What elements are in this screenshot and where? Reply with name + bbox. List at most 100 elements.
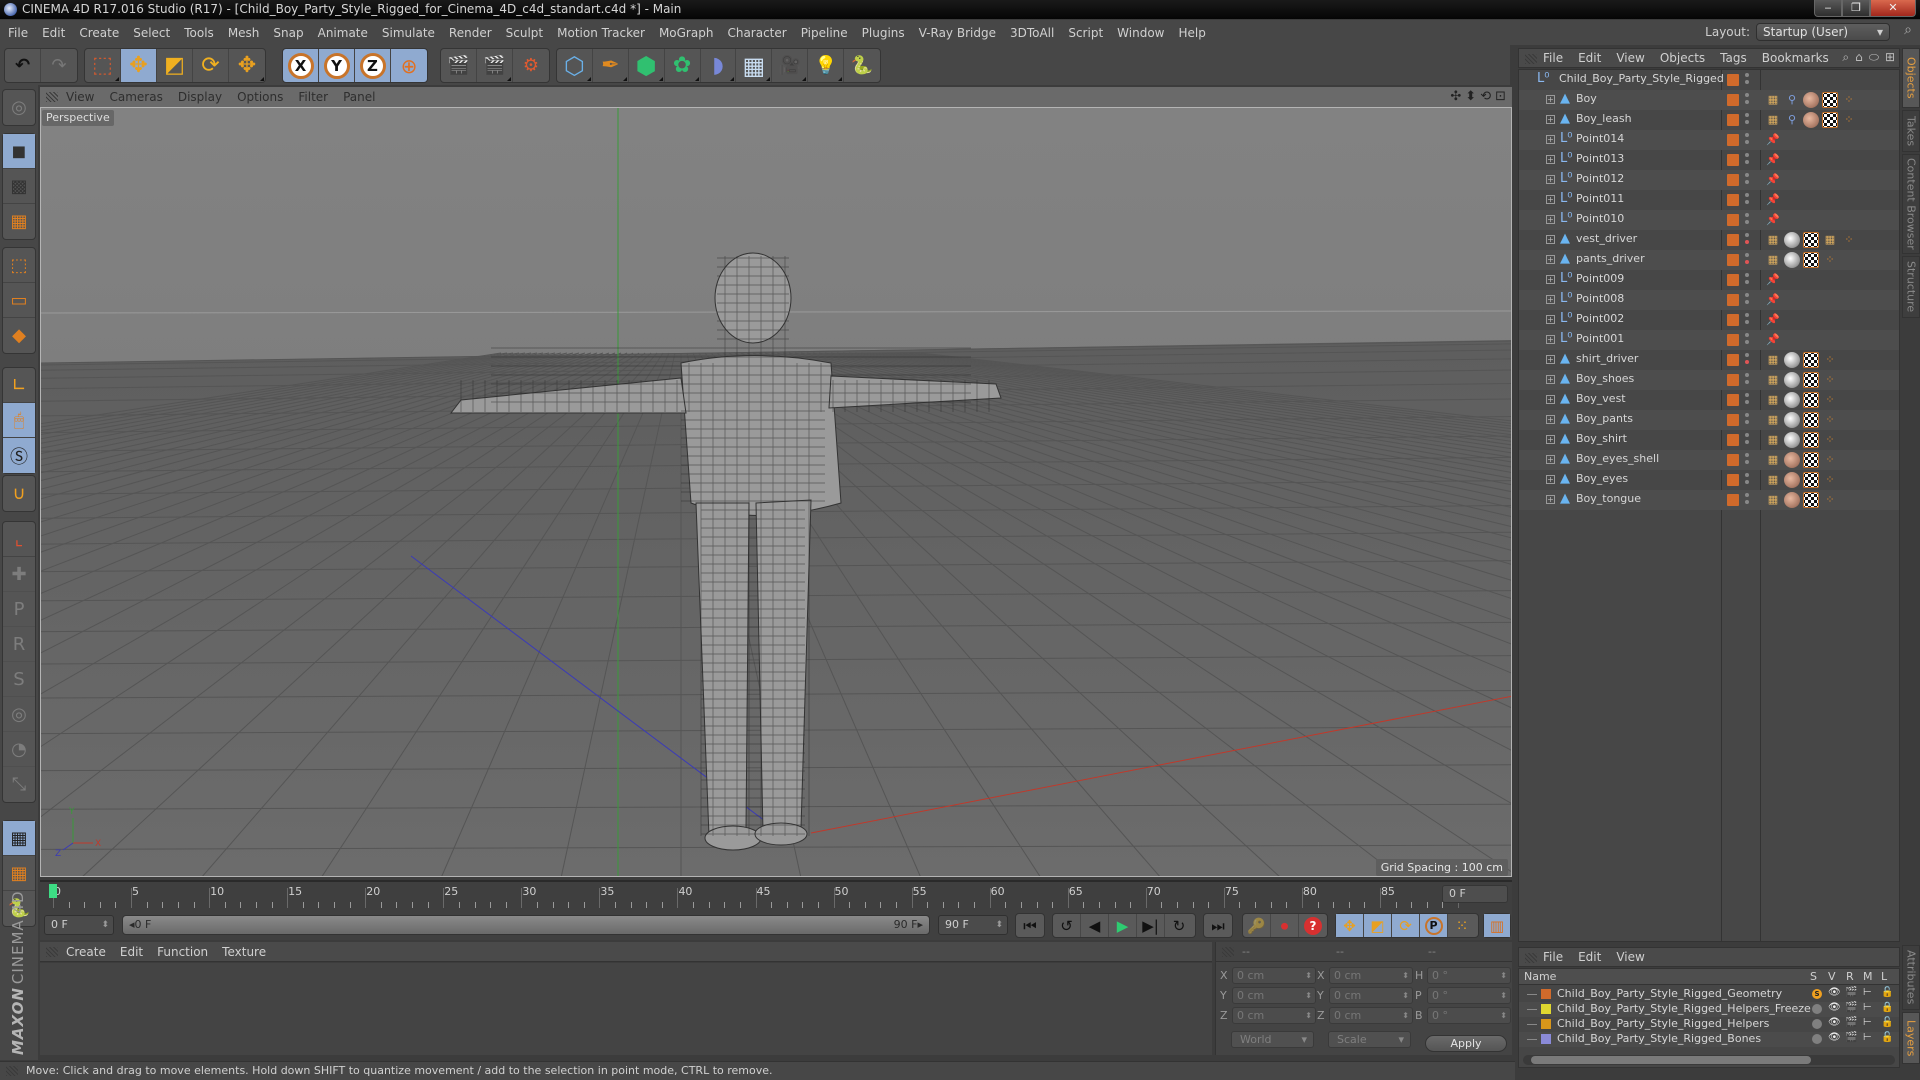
manager-tree-icon[interactable]: ⊢ [1863, 1032, 1872, 1043]
pose-target-button[interactable]: ◎ [3, 697, 35, 732]
material-menu-edit[interactable]: Edit [120, 945, 143, 959]
checker-tag-icon[interactable] [1822, 112, 1838, 128]
pin-tag-icon[interactable]: 📌 [1765, 192, 1781, 208]
lm-menu-file[interactable]: File [1543, 950, 1563, 964]
menu-file[interactable]: File [8, 26, 28, 40]
menu-render[interactable]: Render [449, 26, 492, 40]
expand-toggle-icon[interactable]: + [1546, 235, 1555, 244]
pose-r-button[interactable]: R [3, 627, 35, 662]
material-manager-area[interactable] [40, 963, 1212, 1055]
menu-script[interactable]: Script [1068, 26, 1103, 40]
layer-name[interactable]: Child_Boy_Party_Style_Rigged_Bones [1557, 1032, 1761, 1045]
layer-color-swatch[interactable] [1727, 174, 1739, 186]
weight-tag-icon[interactable]: ▦ [1765, 492, 1781, 508]
column-solo[interactable]: S [1810, 970, 1817, 983]
layer-row[interactable]: Child_Boy_Party_Style_Rigged_Bones 👁 🎬 ⊢ 🔓 [1519, 1032, 1899, 1047]
object-row[interactable]: + L⁰ Point008 📌 [1519, 290, 1899, 310]
object-name[interactable]: vest_driver [1576, 232, 1637, 245]
object-row[interactable]: + L⁰ Point009 📌 [1519, 270, 1899, 290]
points-mode-button[interactable]: ⬚ [3, 248, 35, 283]
layer-color-swatch[interactable] [1727, 214, 1739, 226]
object-row[interactable]: + L⁰ Point002 📌 [1519, 310, 1899, 330]
layer-color-swatch[interactable] [1727, 134, 1739, 146]
object-row[interactable]: + ▲ shirt_driver ▦ ⁘ [1519, 350, 1899, 370]
weight-tag-icon[interactable]: ▦ [1765, 112, 1781, 128]
object-mode-button[interactable]: ◼ [3, 134, 35, 169]
key-scale-button[interactable]: ◩ [1364, 914, 1392, 937]
y-axis-lock-button[interactable]: Y [319, 49, 355, 82]
tab-objects[interactable]: Objects [1902, 48, 1920, 108]
visibility-toggle[interactable] [1745, 253, 1749, 267]
coordinate-mode-dropdown[interactable]: World [1231, 1031, 1314, 1048]
mat-grey-tag-icon[interactable] [1784, 352, 1800, 368]
spinner-icon[interactable]: ⬍ [995, 916, 1003, 934]
menu-create[interactable]: Create [79, 26, 119, 40]
key-rotation-button[interactable]: ⟳ [1392, 914, 1420, 937]
menu-sculpt[interactable]: Sculpt [506, 26, 543, 40]
layer-name[interactable]: Child_Boy_Party_Style_Rigged_Geometry [1557, 987, 1782, 1000]
pen-tool-button[interactable]: ✒ [593, 49, 629, 82]
snap-button[interactable]: ∪ [3, 476, 35, 511]
next-key-button[interactable]: ↻ [1165, 914, 1193, 937]
tab-structure[interactable]: Structure [1902, 256, 1920, 318]
checker-tag-icon[interactable] [1803, 472, 1819, 488]
visibility-toggle[interactable] [1745, 153, 1749, 167]
tab-layers[interactable]: Layers [1902, 1012, 1920, 1064]
position-z-field[interactable]: 0 cm ⬍ [1232, 1007, 1316, 1024]
size-mode-dropdown[interactable]: Scale [1328, 1031, 1411, 1048]
visibility-toggle[interactable] [1745, 93, 1749, 107]
visibility-toggle[interactable] [1745, 373, 1749, 387]
column-visible[interactable]: V [1828, 970, 1836, 983]
object-name[interactable]: Boy_leash [1576, 112, 1632, 125]
planar-workplane-button[interactable]: ▦ [3, 856, 35, 891]
weight-tag-icon[interactable]: ▦ [1765, 232, 1781, 248]
visibility-toggle[interactable] [1745, 213, 1749, 227]
render-to-picture-viewer-button[interactable]: 🎬 [477, 49, 513, 82]
object-name[interactable]: shirt_driver [1576, 352, 1638, 365]
layer-color-swatch[interactable] [1727, 434, 1739, 446]
object-name[interactable]: Boy [1576, 92, 1597, 105]
mat-grey-tag-icon[interactable] [1784, 232, 1800, 248]
spinner-icon[interactable]: ⬍ [101, 916, 109, 934]
solo-toggle[interactable]: S [1812, 989, 1822, 999]
expand-toggle-icon[interactable]: + [1546, 335, 1555, 344]
lm-menu-view[interactable]: View [1616, 950, 1644, 964]
menu-tools[interactable]: Tools [184, 26, 214, 40]
checker-tag-icon[interactable] [1822, 92, 1838, 108]
object-row[interactable]: + ▲ Boy_shoes ▦ ⁘ [1519, 370, 1899, 390]
redo-button[interactable]: ↷ [41, 49, 77, 82]
object-name[interactable]: Point013 [1576, 152, 1624, 165]
expand-toggle-icon[interactable]: + [1546, 375, 1555, 384]
last-tool-button[interactable]: ✥ [229, 49, 265, 82]
checker-tag-icon[interactable] [1803, 252, 1819, 268]
mat-skin-tag-icon[interactable] [1803, 112, 1819, 128]
object-name[interactable]: Point011 [1576, 192, 1624, 205]
expand-toggle-icon[interactable]: + [1546, 495, 1555, 504]
preview-range-slider[interactable]: ◂0 F 90 F▸ [122, 915, 930, 935]
polygons-mode-button[interactable]: ◆ [3, 318, 35, 353]
position-x-field[interactable]: 0 cm ⬍ [1232, 967, 1316, 984]
z-axis-lock-button[interactable]: Z [355, 49, 391, 82]
object-row-root[interactable]: L⁰ Child_Boy_Party_Style_Rigged [1519, 70, 1899, 90]
workplane-mode-button[interactable]: ▦ [3, 204, 35, 239]
om-menu-bookmarks[interactable]: Bookmarks [1762, 51, 1829, 65]
mat-grey-tag-icon[interactable] [1784, 252, 1800, 268]
mat-grey-tag-icon[interactable] [1784, 432, 1800, 448]
key-parameter-button[interactable]: P [1420, 914, 1448, 937]
go-to-end-button[interactable]: ⏭ [1204, 914, 1232, 937]
toggle-layout-icon[interactable]: ⊡ [1495, 89, 1506, 104]
visibility-toggle[interactable] [1745, 353, 1749, 367]
object-name[interactable]: Point008 [1576, 292, 1624, 305]
visibility-toggle[interactable] [1745, 393, 1749, 407]
object-name[interactable]: Boy_tongue [1576, 492, 1641, 505]
pose-tag-icon[interactable]: ⁘ [1841, 92, 1857, 108]
pose-tag-icon[interactable]: ⁘ [1822, 412, 1838, 428]
pose-tag-icon[interactable]: ⁘ [1822, 372, 1838, 388]
viewport-menu-filter[interactable]: Filter [298, 90, 328, 104]
search-icon[interactable]: ⌕ [1842, 50, 1849, 65]
checker-tag-icon[interactable] [1803, 452, 1819, 468]
expand-toggle-icon[interactable]: + [1546, 295, 1555, 304]
layer-color-swatch[interactable] [1727, 354, 1739, 366]
visibility-toggle[interactable] [1745, 293, 1749, 307]
weight-tag-icon[interactable]: ▦ [1765, 412, 1781, 428]
